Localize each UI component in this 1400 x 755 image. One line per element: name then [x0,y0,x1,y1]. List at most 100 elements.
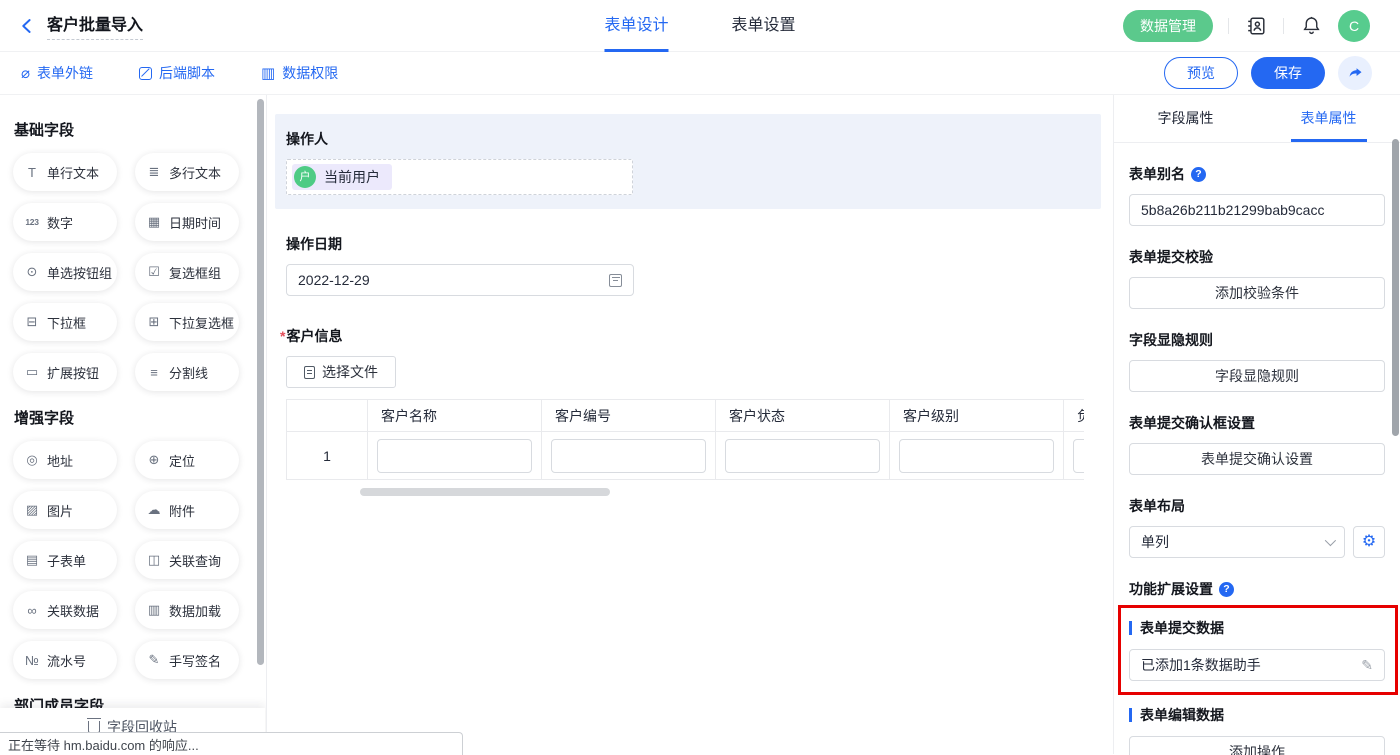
field-item-divider-line[interactable]: ≡分割线 [135,353,239,391]
field-visibility-label: 字段显隐规则 [1129,330,1385,350]
browser-status-text: 正在等待 hm.baidu.com 的响应... [8,735,199,754]
panel-scrollbar[interactable] [1392,139,1399,436]
image-icon: ▨ [24,502,40,518]
operation-date-value: 2022-12-29 [298,272,370,288]
header-tabs: 表单设计 表单设置 [604,0,795,52]
data-manage-button[interactable]: 数据管理 [1123,10,1213,42]
multi-dropdown-icon: ⊞ [146,314,162,330]
properties-panel: 字段属性 表单属性 表单别名 5b8a26b211b21299bab9cacc … [1113,95,1400,754]
current-user-tag: 户 当前用户 [292,164,392,190]
field-item-radio-group[interactable]: ⊙单选按钮组 [13,253,117,291]
field-item-multi-line-text[interactable]: ≣多行文本 [135,153,239,191]
tab-form-design[interactable]: 表单设计 [604,0,668,52]
submit-confirm-button[interactable]: 表单提交确认设置 [1129,443,1385,475]
form-toolbar: ⌀ 表单外链 后端脚本 ▥ 数据权限 预览 保存 [0,52,1400,95]
field-visibility-button[interactable]: 字段显隐规则 [1129,360,1385,392]
form-alias-input[interactable]: 5b8a26b211b21299bab9cacc [1129,194,1385,226]
add-operation-button[interactable]: 添加操作 [1129,736,1385,755]
notification-bell-icon[interactable] [1299,14,1323,38]
customer-code-input[interactable] [551,439,706,473]
customer-status-input[interactable] [725,439,880,473]
form-alias-label-text: 表单别名 [1129,164,1185,184]
cell-customer-status [716,432,890,480]
field-label: 关联数据 [47,601,99,620]
operation-date-input[interactable]: 2022-12-29 [286,264,634,296]
layout-settings-button[interactable]: ⚙ [1353,526,1385,558]
layout-select[interactable]: 单列 [1129,526,1345,558]
submit-validation-label: 表单提交校验 [1129,247,1385,267]
field-item-relation-data[interactable]: ∞ 关联数据 [13,591,117,629]
field-item-data-load[interactable]: ▥数据加载 [135,591,239,629]
field-item-checkbox-group[interactable]: ☑复选框组 [135,253,239,291]
form-design-canvas: 操作人 户 当前用户 操作日期 2022-12-29 *客户信息 [267,95,1113,754]
choose-file-button[interactable]: 选择文件 [286,356,396,388]
field-block-operator[interactable]: 操作人 户 当前用户 [275,114,1101,209]
address-icon: ◎ [24,452,40,468]
divider [1228,18,1229,34]
backend-script-link[interactable]: 后端脚本 [139,63,215,83]
customer-level-input[interactable] [899,439,1054,473]
gear-icon: ⚙ [1362,534,1376,550]
help-icon[interactable] [1219,582,1234,597]
serial-number-icon: № [24,653,40,668]
browser-status-bar: 正在等待 hm.baidu.com 的响应... [0,732,463,755]
field-item-single-line-text[interactable]: T单行文本 [13,153,117,191]
edit-icon[interactable]: ✎ [1361,657,1373,674]
field-item-location[interactable]: ⊕定位 [135,441,239,479]
field-item-address[interactable]: ◎地址 [13,441,117,479]
field-block-operation-date[interactable]: 操作日期 2022-12-29 [286,234,1101,296]
data-permission-link[interactable]: ▥ 数据权限 [261,63,338,83]
tab-field-properties[interactable]: 字段属性 [1158,95,1214,142]
field-item-datetime[interactable]: ▦日期时间 [135,203,239,241]
section-title-enhanced-fields: 增强字段 [14,407,252,428]
field-label: 子表单 [47,551,86,570]
preview-button[interactable]: 预览 [1164,57,1238,89]
multi-line-text-icon: ≣ [146,164,162,180]
field-item-relation-query[interactable]: ◫关联查询 [135,541,239,579]
relation-data-icon: ∞ [24,603,40,618]
field-item-dropdown[interactable]: ⊟下拉框 [13,303,117,341]
field-item-multi-dropdown[interactable]: ⊞下拉复选框 [135,303,239,341]
subtable-horizontal-scrollbar[interactable] [360,488,610,496]
page-title[interactable]: 客户批量导入 [47,11,143,40]
highlight-annotation-box: 表单提交数据 已添加1条数据助手 ✎ [1118,605,1398,695]
field-block-customer-info[interactable]: *客户信息 选择文件 客户名称 客户编号 客户状态 客户级别 负责人 [286,326,1101,496]
column-header-customer-name: 客户名称 [368,400,542,432]
form-layout-row: 单列 ⚙ [1129,526,1385,558]
tab-form-properties[interactable]: 表单属性 [1301,95,1357,142]
save-button[interactable]: 保存 [1251,57,1325,89]
field-item-subform[interactable]: ▤子表单 [13,541,117,579]
submit-confirm-label: 表单提交确认框设置 [1129,413,1385,433]
tab-form-settings[interactable]: 表单设置 [732,0,796,52]
field-label: 关联查询 [169,551,221,570]
number-icon: 123 [24,217,40,227]
edit-data-label: 表单编辑数据 [1140,705,1224,725]
form-external-link[interactable]: ⌀ 表单外链 [21,63,93,83]
sidebar-scrollbar[interactable] [257,99,264,665]
field-item-signature[interactable]: ✎手写签名 [135,641,239,679]
subtable-wrapper: 客户名称 客户编号 客户状态 客户级别 负责人 1 [286,399,1084,480]
field-label: 复选框组 [169,263,221,282]
user-avatar[interactable]: C [1338,10,1370,42]
field-item-image[interactable]: ▨图片 [13,491,117,529]
help-icon[interactable] [1191,167,1206,182]
link-icon: ⌀ [21,66,30,81]
customer-name-input[interactable] [377,439,532,473]
calendar-icon [609,274,622,287]
contacts-icon[interactable] [1244,14,1268,38]
field-item-extend-button[interactable]: ▭扩展按钮 [13,353,117,391]
field-item-number[interactable]: 123数字 [13,203,117,241]
back-button[interactable] [16,15,38,37]
field-item-attachment[interactable]: ☁附件 [135,491,239,529]
field-label: 数据加载 [169,601,221,620]
field-item-serial-number[interactable]: №流水号 [13,641,117,679]
owner-input[interactable] [1073,439,1084,473]
operator-input[interactable]: 户 当前用户 [286,159,633,195]
column-header-customer-level: 客户级别 [890,400,1064,432]
share-button[interactable] [1338,56,1372,90]
subtable-data-row: 1 [287,432,1085,480]
submit-data-input[interactable]: 已添加1条数据助手 ✎ [1129,649,1385,681]
field-label: 附件 [169,501,195,520]
add-validation-button[interactable]: 添加校验条件 [1129,277,1385,309]
customer-info-label: *客户信息 [280,326,1101,346]
